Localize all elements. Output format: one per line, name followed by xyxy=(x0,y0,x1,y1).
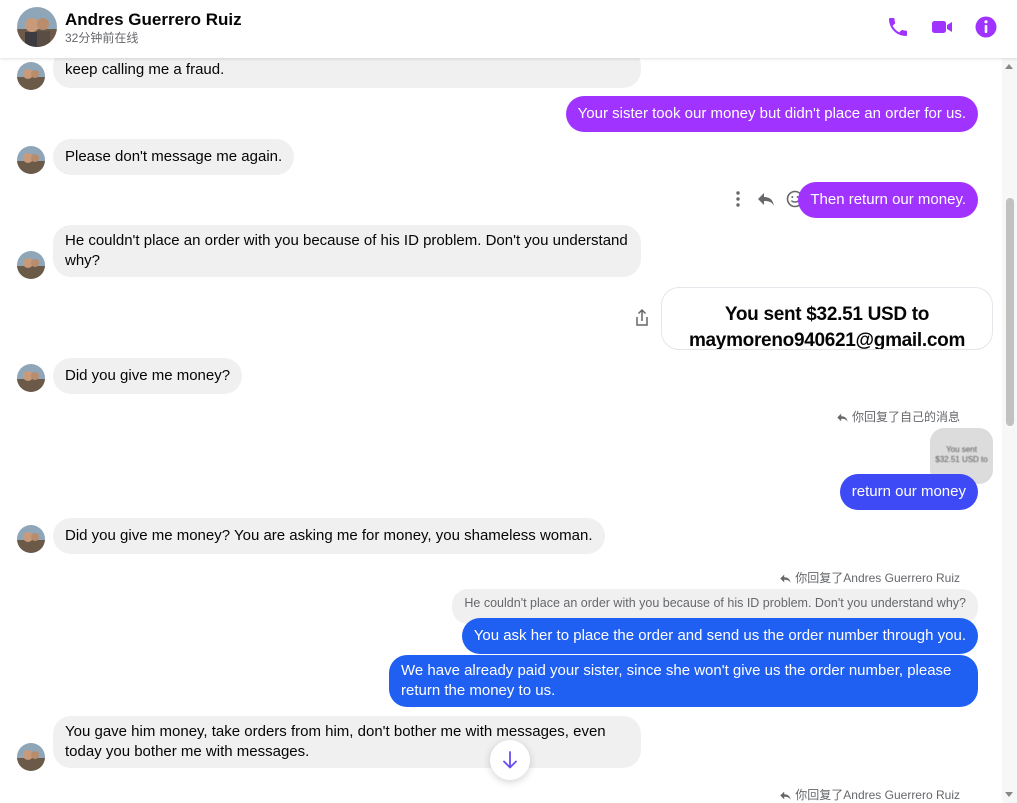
message-text: Did you give me money? xyxy=(65,367,231,384)
reply-indicator: 你回复了自己的消息 xyxy=(836,408,960,425)
sender-avatar[interactable] xyxy=(17,146,45,174)
incoming-message[interactable]: Did you give me money? xyxy=(53,358,243,394)
info-icon[interactable] xyxy=(974,15,998,39)
sender-avatar[interactable] xyxy=(17,251,45,279)
incoming-message[interactable]: Did you give me money? You are asking me… xyxy=(53,518,605,554)
scroll-up-arrow[interactable] xyxy=(1005,64,1013,69)
more-options-icon[interactable] xyxy=(729,189,747,209)
message-text: You ask her to place the order and send … xyxy=(473,627,966,644)
outgoing-message[interactable]: Your sister took our money but didn't pl… xyxy=(565,96,978,132)
arrow-down-icon xyxy=(503,751,517,769)
reply-icon[interactable] xyxy=(756,189,776,209)
incoming-message[interactable]: Please don't message me again. xyxy=(53,139,295,175)
contact-name[interactable]: Andres Guerrero Ruiz xyxy=(65,10,242,30)
incoming-message[interactable]: keep calling me a fraud. xyxy=(53,58,641,88)
scroll-down-arrow[interactable] xyxy=(1005,792,1013,797)
message-text: Please don't message me again. xyxy=(65,148,283,165)
reply-indicator-text: 你回复了自己的消息 xyxy=(851,410,960,424)
sender-avatar[interactable] xyxy=(17,364,45,392)
sender-avatar[interactable] xyxy=(17,525,45,553)
message-text: Did you give me money? You are asking me… xyxy=(65,527,593,544)
reply-arrow-icon xyxy=(837,413,848,423)
video-call-icon[interactable] xyxy=(930,15,954,39)
message-text: He couldn't place an order with you beca… xyxy=(65,232,628,269)
phone-icon[interactable] xyxy=(886,15,910,39)
message-text: Then return our money. xyxy=(810,191,966,208)
message-thread[interactable]: keep calling me a fraud. Your sister too… xyxy=(0,58,1002,803)
share-icon[interactable] xyxy=(633,308,651,328)
outgoing-message[interactable]: You ask her to place the order and send … xyxy=(461,618,978,654)
outgoing-message[interactable]: We have already paid your sister, since … xyxy=(389,655,978,707)
scroll-to-bottom-button[interactable] xyxy=(490,740,530,780)
payment-card-text: You sent $32.51 USD to maymoreno940621@g… xyxy=(688,304,966,350)
payment-card[interactable]: You sent $32.51 USD to maymoreno940621@g… xyxy=(661,287,993,350)
reply-arrow-icon xyxy=(780,791,791,801)
sender-avatar[interactable] xyxy=(17,743,45,771)
message-text: return our money xyxy=(851,483,966,500)
outgoing-message[interactable]: Then return our money. xyxy=(798,182,978,218)
incoming-message[interactable]: You gave him money, take orders from him… xyxy=(53,716,641,768)
reply-indicator: 你回复了Andres Guerrero Ruiz xyxy=(779,786,960,803)
quoted-message-text: He couldn't place an order with you beca… xyxy=(464,596,966,610)
message-text: Your sister took our money but didn't pl… xyxy=(577,105,966,122)
scrollbar-thumb[interactable] xyxy=(1006,198,1014,426)
incoming-message[interactable]: He couldn't place an order with you beca… xyxy=(53,225,641,277)
reply-indicator: 你回复了Andres Guerrero Ruiz xyxy=(779,569,960,586)
scrollbar[interactable] xyxy=(1002,58,1017,803)
outgoing-message[interactable]: return our money xyxy=(839,474,978,510)
contact-avatar[interactable] xyxy=(17,7,57,47)
reply-indicator-text: 你回复了Andres Guerrero Ruiz xyxy=(795,788,960,802)
thumbnail-text: You sent $32.51 USD to xyxy=(935,445,988,464)
reply-indicator-text: 你回复了Andres Guerrero Ruiz xyxy=(795,571,960,585)
sender-avatar[interactable] xyxy=(17,62,45,90)
chat-header: Andres Guerrero Ruiz 32分钟前在线 xyxy=(0,0,1017,58)
contact-status: 32分钟前在线 xyxy=(65,31,139,45)
reply-arrow-icon xyxy=(780,574,791,584)
message-text: We have already paid your sister, since … xyxy=(401,662,952,699)
message-text: keep calling me a fraud. xyxy=(65,61,225,78)
